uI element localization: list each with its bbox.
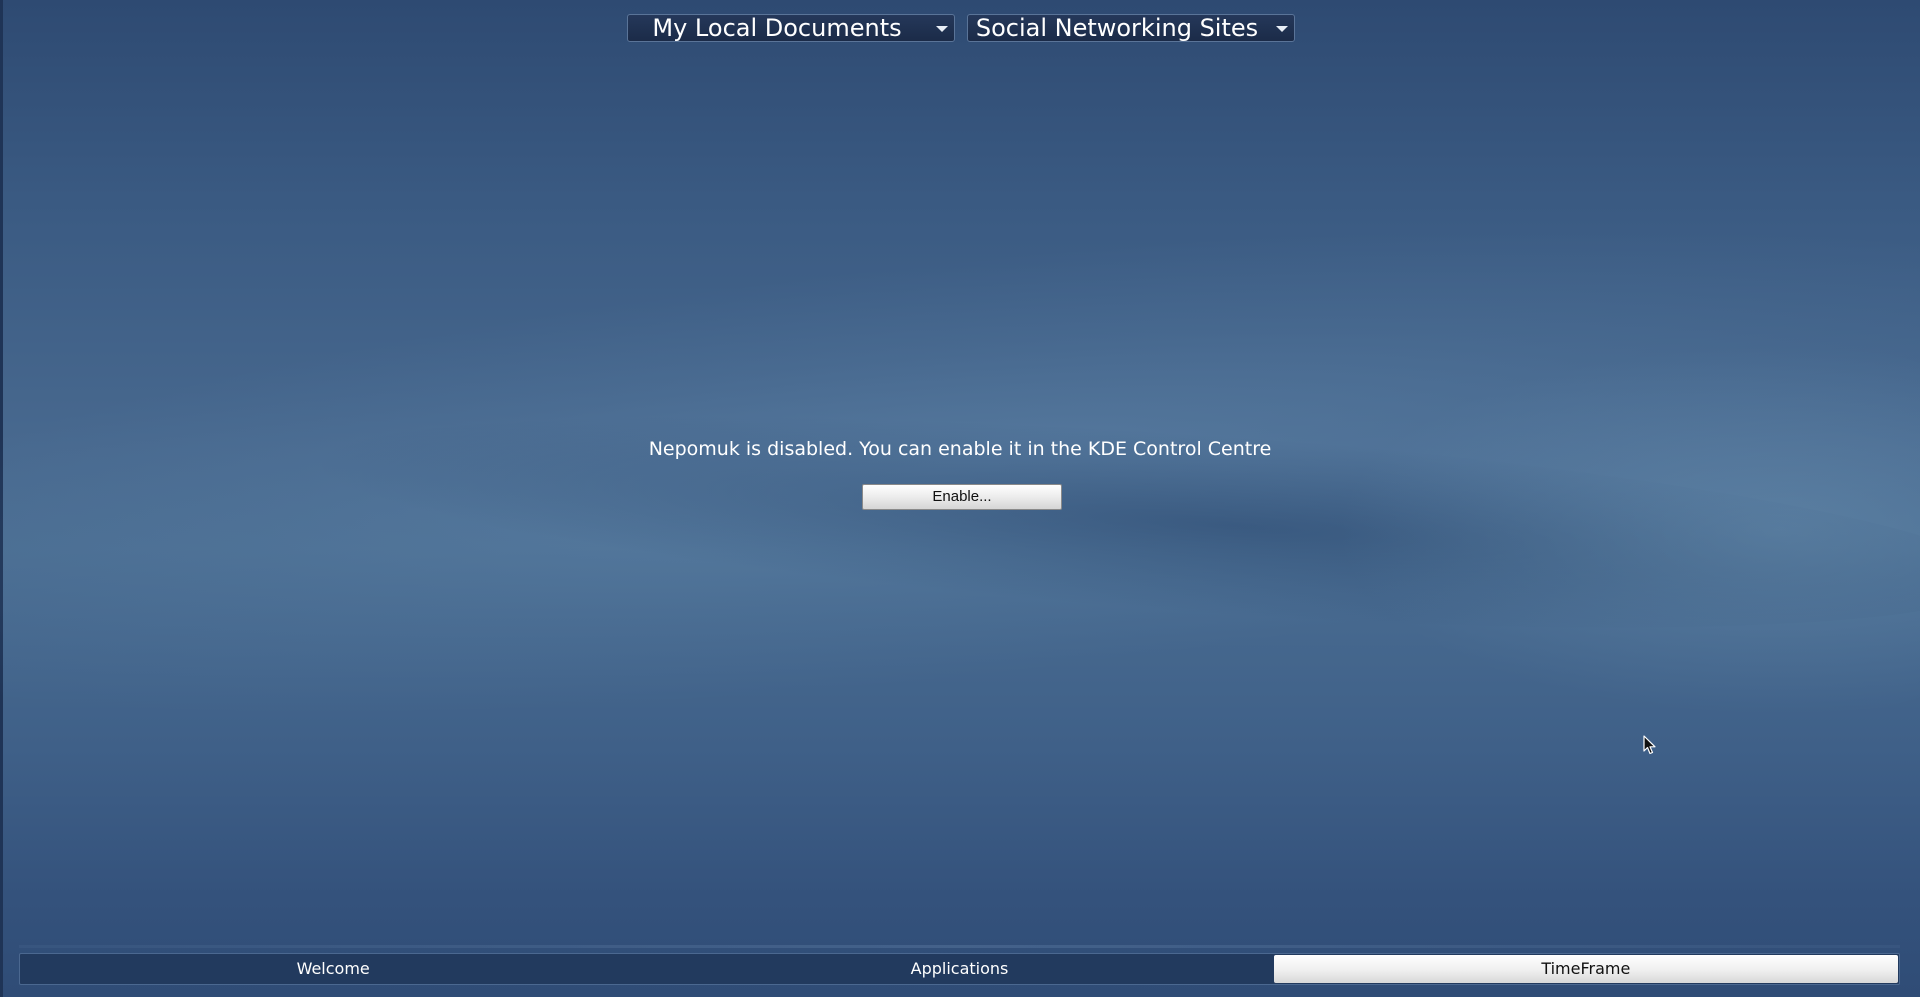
tab-timeframe[interactable]: TimeFrame xyxy=(1273,955,1898,983)
dropdown-label: Social Networking Sites xyxy=(975,14,1259,42)
plasma-desktop: My Local Documents Social Networking Sit… xyxy=(0,0,1920,997)
mouse-cursor-icon xyxy=(1643,735,1656,755)
screen-edge xyxy=(0,0,3,997)
chevron-down-icon xyxy=(1276,26,1288,32)
wallpaper-swoosh-highlight xyxy=(1300,330,1920,730)
tabbar-separator xyxy=(19,945,1900,948)
nepomuk-disabled-message: Nepomuk is disabled. You can enable it i… xyxy=(648,438,1272,460)
activity-dropdown-right[interactable]: Social Networking Sites xyxy=(967,14,1295,42)
dropdown-label: My Local Documents xyxy=(652,14,902,42)
wallpaper-swoosh xyxy=(0,130,1920,810)
wallpaper-swoosh-shadow xyxy=(295,370,1920,670)
chevron-down-icon xyxy=(936,26,948,32)
bottom-tab-bar: Welcome Applications TimeFrame xyxy=(19,953,1900,985)
activity-dropdown-left[interactable]: My Local Documents xyxy=(627,14,955,42)
tab-welcome[interactable]: Welcome xyxy=(21,955,645,983)
enable-button[interactable]: Enable... xyxy=(862,484,1062,510)
tab-applications[interactable]: Applications xyxy=(647,955,1271,983)
